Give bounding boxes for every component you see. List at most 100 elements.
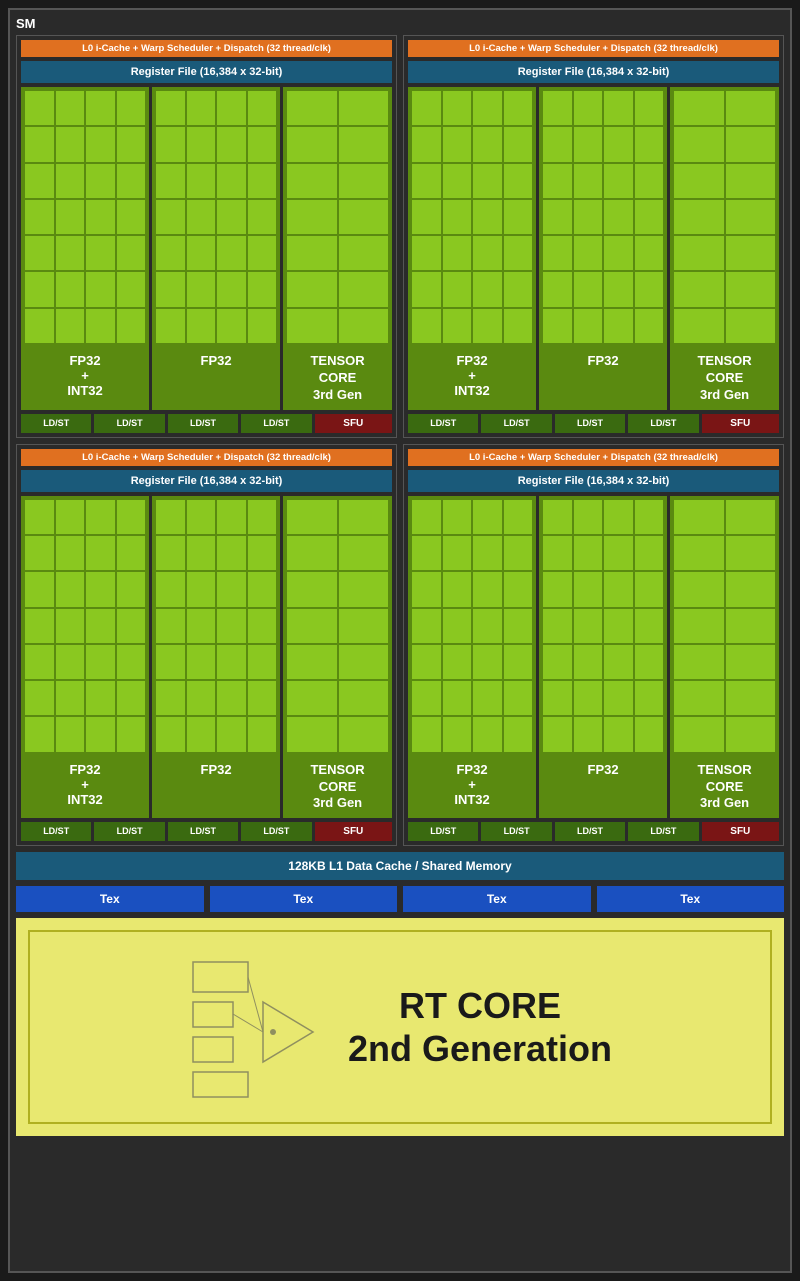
cell xyxy=(574,236,603,270)
ldst-14: LD/ST xyxy=(481,822,551,841)
cell xyxy=(86,91,115,125)
register-file-bar-2: Register File (16,384 x 32-bit) xyxy=(408,61,779,83)
ldst-3: LD/ST xyxy=(168,414,238,433)
cell xyxy=(635,717,664,751)
cuda-cores-3: FP32+INT32 FP32 xyxy=(21,496,392,819)
cell xyxy=(56,681,85,715)
cell xyxy=(674,645,723,679)
cell xyxy=(473,681,502,715)
ldst-9: LD/ST xyxy=(21,822,91,841)
cell xyxy=(604,272,633,306)
ldst-2: LD/ST xyxy=(94,414,164,433)
cell xyxy=(56,309,85,343)
fp32-int32-grid-4 xyxy=(408,496,536,756)
cell xyxy=(674,309,723,343)
cell xyxy=(25,681,54,715)
tensor-grid-2 xyxy=(670,87,779,347)
cell xyxy=(543,272,572,306)
cell xyxy=(504,200,533,234)
cell xyxy=(504,572,533,606)
cell xyxy=(86,681,115,715)
cell xyxy=(543,609,572,643)
quadrant-3: L0 i-Cache + Warp Scheduler + Dispatch (… xyxy=(16,444,397,847)
cell xyxy=(604,681,633,715)
cell xyxy=(674,91,723,125)
cell xyxy=(443,500,472,534)
cell xyxy=(339,500,388,534)
ldst-15: LD/ST xyxy=(555,822,625,841)
fp32-grid-2 xyxy=(539,87,667,347)
cell xyxy=(56,645,85,679)
cell xyxy=(187,572,216,606)
cell xyxy=(86,236,115,270)
cell xyxy=(187,681,216,715)
cell xyxy=(574,681,603,715)
cell xyxy=(726,236,775,270)
rt-core-inner: RT CORE 2nd Generation xyxy=(28,930,772,1124)
cell xyxy=(574,536,603,570)
fp32-int32-label-4: FP32+INT32 xyxy=(408,756,536,813)
cuda-cores-1: FP32+INT32 FP32 xyxy=(21,87,392,410)
cell xyxy=(56,164,85,198)
cell xyxy=(635,536,664,570)
cell xyxy=(217,309,246,343)
tensor-core-block-3: TENSORCORE3rd Gen xyxy=(283,496,392,819)
cell xyxy=(574,500,603,534)
fp32-block-2: FP32 xyxy=(539,87,667,410)
fp32-int32-block-2: FP32+INT32 xyxy=(408,87,536,410)
cell xyxy=(25,500,54,534)
cell xyxy=(56,536,85,570)
cell xyxy=(117,500,146,534)
tensor-core-block-2: TENSORCORE3rd Gen xyxy=(670,87,779,410)
quadrants-grid: L0 i-Cache + Warp Scheduler + Dispatch (… xyxy=(16,35,784,846)
cell xyxy=(412,717,441,751)
cell xyxy=(674,609,723,643)
tex-unit-4: Tex xyxy=(597,886,785,912)
cell xyxy=(726,609,775,643)
cell xyxy=(504,681,533,715)
cell xyxy=(156,681,185,715)
cell xyxy=(473,645,502,679)
cell xyxy=(574,91,603,125)
cell xyxy=(473,164,502,198)
cell xyxy=(443,164,472,198)
cell xyxy=(726,309,775,343)
cell xyxy=(674,200,723,234)
cell xyxy=(287,572,336,606)
cell xyxy=(248,717,277,751)
tex-unit-3: Tex xyxy=(403,886,591,912)
cell xyxy=(412,91,441,125)
cell xyxy=(412,236,441,270)
tensor-grid-1 xyxy=(283,87,392,347)
cell xyxy=(412,164,441,198)
fp32-block-3: FP32 xyxy=(152,496,280,819)
cell xyxy=(156,609,185,643)
cell xyxy=(156,645,185,679)
cell xyxy=(25,609,54,643)
cell xyxy=(674,500,723,534)
tensor-label-1: TENSORCORE3rd Gen xyxy=(283,347,392,410)
sm-label: SM xyxy=(16,16,784,31)
cell xyxy=(25,91,54,125)
cell xyxy=(25,236,54,270)
cell xyxy=(574,272,603,306)
cell xyxy=(339,309,388,343)
fp32-int32-label-2: FP32+INT32 xyxy=(408,347,536,404)
cell xyxy=(635,91,664,125)
cell xyxy=(412,272,441,306)
cell xyxy=(443,609,472,643)
quadrant-1: L0 i-Cache + Warp Scheduler + Dispatch (… xyxy=(16,35,397,438)
fp32-grid-3 xyxy=(152,496,280,756)
cell xyxy=(56,500,85,534)
cell xyxy=(187,236,216,270)
cell xyxy=(217,609,246,643)
cell xyxy=(412,127,441,161)
cell xyxy=(473,272,502,306)
cell xyxy=(604,717,633,751)
cell xyxy=(543,536,572,570)
cell xyxy=(635,500,664,534)
cell xyxy=(287,309,336,343)
cell xyxy=(156,127,185,161)
cell xyxy=(543,681,572,715)
cell xyxy=(86,717,115,751)
